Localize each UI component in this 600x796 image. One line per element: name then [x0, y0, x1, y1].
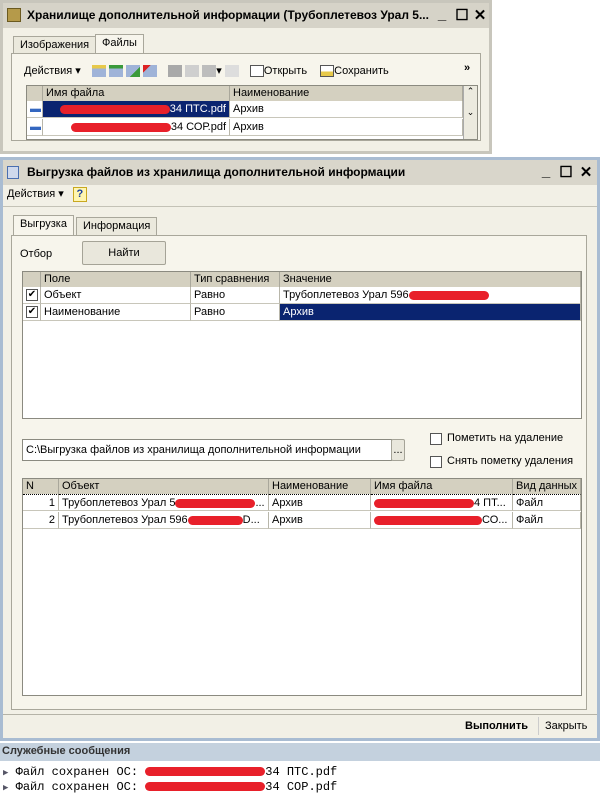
redaction [59, 104, 170, 114]
filter-list-icon [202, 65, 217, 78]
actions-menu[interactable]: Действия ▾ [24, 65, 81, 77]
message-line[interactable]: ▶ Файл сохранен ОС: 34 СОР.pdf [0, 779, 600, 794]
filter-label: Отбор [20, 248, 53, 260]
column-header-value[interactable]: Значение [280, 272, 581, 287]
magnifier-icon [249, 65, 264, 78]
more-button[interactable]: » [464, 62, 470, 74]
help-button[interactable]: ? [72, 187, 87, 202]
redaction [145, 767, 266, 777]
message-line[interactable]: ▶ Файл сохранен ОС: 34 ПТС.pdf [0, 761, 600, 779]
filter-icon[interactable] [168, 65, 183, 78]
column-header-name[interactable]: Наименование [269, 479, 371, 494]
column-header-comparison[interactable]: Тип сравнения [191, 272, 280, 287]
results-table: N Объект Наименование Имя файла Вид данн… [22, 478, 582, 696]
add-icon[interactable] [91, 65, 106, 78]
redaction [374, 498, 474, 508]
floppy-icon [320, 65, 335, 78]
column-header-name[interactable]: Наименование [230, 86, 463, 101]
export-panel: Отбор Найти Поле Тип сравнения Значение … [11, 235, 587, 710]
unmark-delete-label[interactable]: Снять пометку удаления [447, 455, 573, 467]
export-window-title: Выгрузка файлов из хранилища дополнитель… [3, 160, 597, 185]
save-button[interactable]: Сохранить [320, 65, 389, 78]
path-input[interactable]: C:\Выгрузка файлов из хранилища дополнит… [22, 439, 392, 461]
close-button[interactable]: ✕ [577, 163, 595, 181]
scrollbar[interactable]: ⌃ ⌄ [463, 86, 477, 139]
clear-filter-icon [224, 65, 239, 78]
open-button[interactable]: Открыть [249, 65, 307, 78]
tab-export[interactable]: Выгрузка [13, 215, 74, 235]
column-header-n[interactable]: N [23, 479, 59, 494]
maximize-button[interactable]: ☐ [453, 6, 471, 24]
find-button[interactable]: Найти [82, 241, 166, 265]
minimize-button[interactable]: _ [433, 6, 451, 23]
run-button[interactable]: Выполнить [465, 720, 528, 732]
filter-copy-icon [185, 65, 200, 78]
add-copy-icon[interactable] [108, 65, 123, 78]
column-header-object[interactable]: Объект [59, 479, 269, 494]
minimize-button[interactable]: _ [537, 163, 555, 180]
window-title: Хранилище дополнительной информации (Тру… [27, 8, 429, 22]
files-panel: Действия ▾ ▾ Открыть Сохранить » Имя фай… [11, 53, 481, 141]
checkbox[interactable]: ✔ [26, 289, 38, 301]
column-header-field[interactable]: Поле [41, 272, 191, 287]
storage-window-title: Хранилище дополнительной информации (Тру… [3, 3, 489, 28]
messages-panel: Служебные сообщения ▶ Файл сохранен ОС: … [0, 743, 600, 796]
checkbox[interactable]: ✔ [26, 306, 38, 318]
redaction [374, 515, 482, 525]
mark-delete-label[interactable]: Пометить на удаление [447, 432, 563, 444]
edit-icon[interactable] [125, 65, 140, 78]
tab-files[interactable]: Файлы [95, 34, 144, 54]
marker-header [27, 86, 43, 101]
export-icon [7, 166, 19, 179]
close-button[interactable]: ✕ [471, 6, 489, 24]
redaction [187, 515, 243, 525]
menubar: Действия ▾ ? [7, 187, 87, 205]
column-header-filename[interactable]: Имя файла [43, 86, 230, 101]
messages-title: Служебные сообщения [0, 743, 600, 761]
redaction [408, 290, 489, 300]
storage-window: Хранилище дополнительной информации (Тру… [0, 0, 492, 154]
actions-menu[interactable]: Действия ▾ [7, 188, 64, 200]
redaction [145, 782, 266, 792]
marker-header [23, 272, 41, 287]
export-window: Выгрузка файлов из хранилища дополнитель… [0, 157, 600, 741]
column-header-filename[interactable]: Имя файла [371, 479, 513, 494]
redaction [70, 122, 171, 132]
window-title: Выгрузка файлов из хранилища дополнитель… [27, 165, 406, 179]
redaction [175, 498, 256, 508]
close-form-button[interactable]: Закрыть [545, 720, 587, 732]
browse-button[interactable]: ... [391, 439, 405, 461]
delete-icon[interactable] [143, 65, 158, 78]
mark-delete-checkbox[interactable] [430, 433, 442, 445]
unmark-delete-checkbox[interactable] [430, 456, 442, 468]
tab-info[interactable]: Информация [76, 217, 158, 235]
storage-icon [7, 8, 21, 22]
maximize-button[interactable]: ☐ [557, 163, 575, 181]
toolbar: Действия ▾ ▾ Открыть Сохранить » [24, 62, 471, 78]
column-header-data-type[interactable]: Вид данных [513, 479, 581, 494]
tab-images[interactable]: Изображения [13, 36, 97, 54]
filter-table: Поле Тип сравнения Значение ✔ Объект Рав… [22, 271, 582, 419]
files-table: Имя файла Наименование ⌃ ⌄ ▬ 34 ПТС.pdf А… [26, 85, 478, 140]
